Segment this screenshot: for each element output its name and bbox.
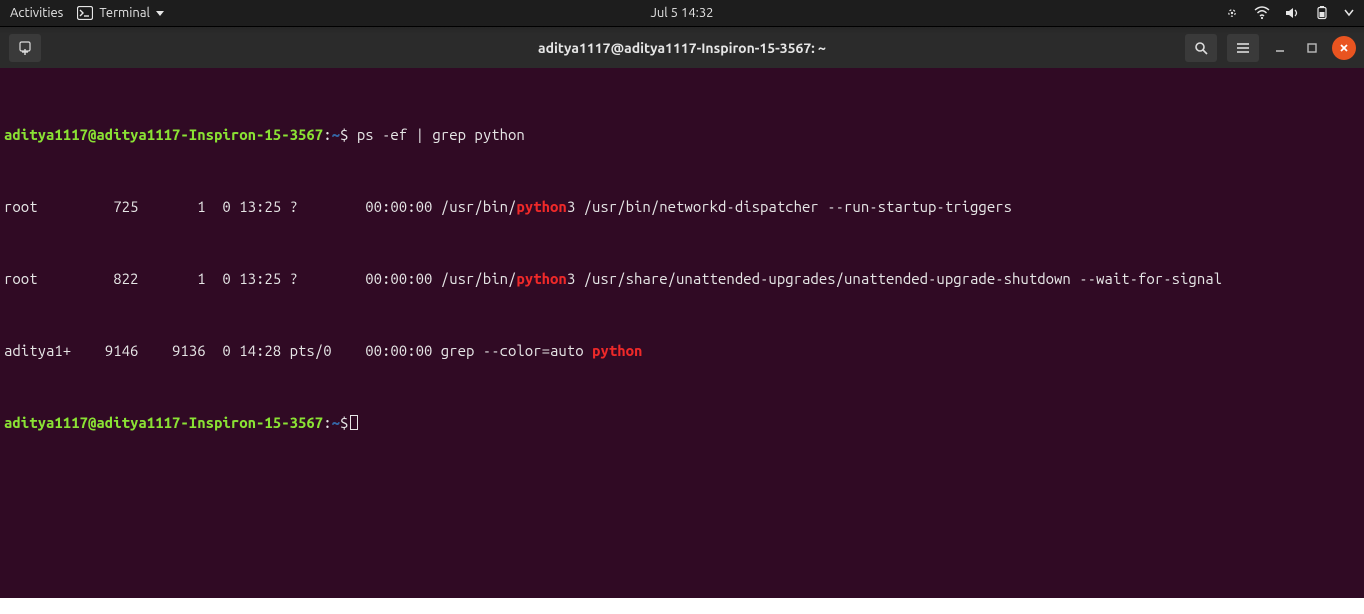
terminal-viewport[interactable]: aditya1117@aditya1117-Inspiron-15-3567:~…: [0, 68, 1364, 598]
ps-row-pre: root 725 1 0 13:25 ? 00:00:00 /usr/bin/: [4, 198, 516, 215]
terminal-line: aditya1117@aditya1117-Inspiron-15-3567:~…: [4, 126, 1360, 144]
app-menu[interactable]: Terminal: [77, 6, 164, 20]
clock[interactable]: Jul 5 14:32: [650, 0, 713, 26]
minimize-icon: [1274, 42, 1286, 54]
ps-row-post: 3 /usr/share/unattended-upgrades/unatten…: [567, 270, 1222, 287]
search-button[interactable]: [1184, 33, 1218, 63]
prompt-sigil: $: [340, 414, 348, 431]
grep-match: python: [592, 342, 642, 359]
hamburger-menu-button[interactable]: [1226, 33, 1260, 63]
app-menu-label: Terminal: [99, 6, 150, 20]
prompt-cwd: ~: [332, 414, 340, 431]
prompt-user-host: aditya1117@aditya1117-Inspiron-15-3567: [4, 414, 323, 431]
maximize-button[interactable]: [1300, 36, 1324, 60]
terminal-line: aditya1117@aditya1117-Inspiron-15-3567:~…: [4, 414, 1360, 432]
close-button[interactable]: [1332, 36, 1356, 60]
activities-button[interactable]: Activities: [10, 6, 63, 20]
hamburger-icon: [1236, 42, 1250, 54]
system-menu-chevron-icon[interactable]: [1344, 9, 1354, 17]
brightness-icon[interactable]: [1224, 5, 1240, 21]
command-text-value: ps -ef | grep python: [357, 126, 525, 143]
search-icon: [1193, 40, 1209, 56]
terminal-line: root 822 1 0 13:25 ? 00:00:00 /usr/bin/p…: [4, 270, 1360, 288]
ps-row-post: 3 /usr/bin/networkd-dispatcher --run-sta…: [567, 198, 1012, 215]
window-titlebar: aditya1117@aditya1117-Inspiron-15-3567: …: [0, 26, 1364, 68]
prompt-sep: :: [323, 414, 331, 431]
window-title: aditya1117@aditya1117-Inspiron-15-3567: …: [538, 40, 826, 56]
prompt-cwd: ~: [332, 126, 340, 143]
ps-row-pre: root 822 1 0 13:25 ? 00:00:00 /usr/bin/: [4, 270, 516, 287]
ps-row-pre: aditya1+ 9146 9136 0 14:28 pts/0 00:00:0…: [4, 342, 592, 359]
new-tab-button[interactable]: [8, 33, 42, 63]
close-icon: [1338, 42, 1350, 54]
cursor: [350, 415, 358, 430]
command-text: [348, 126, 356, 143]
wifi-icon[interactable]: [1254, 6, 1270, 20]
prompt-sep: :: [323, 126, 331, 143]
volume-icon[interactable]: [1284, 6, 1300, 20]
prompt-user-host: aditya1117@aditya1117-Inspiron-15-3567: [4, 126, 323, 143]
minimize-button[interactable]: [1268, 36, 1292, 60]
terminal-line: root 725 1 0 13:25 ? 00:00:00 /usr/bin/p…: [4, 198, 1360, 216]
maximize-icon: [1306, 42, 1318, 54]
battery-icon[interactable]: [1314, 6, 1330, 20]
gnome-top-bar: Activities Terminal Jul 5 14:32: [0, 0, 1364, 26]
chevron-down-icon: [156, 11, 164, 16]
terminal-icon: [77, 6, 93, 20]
grep-match: python: [516, 270, 566, 287]
grep-match: python: [516, 198, 566, 215]
terminal-line: aditya1+ 9146 9136 0 14:28 pts/0 00:00:0…: [4, 342, 1360, 360]
